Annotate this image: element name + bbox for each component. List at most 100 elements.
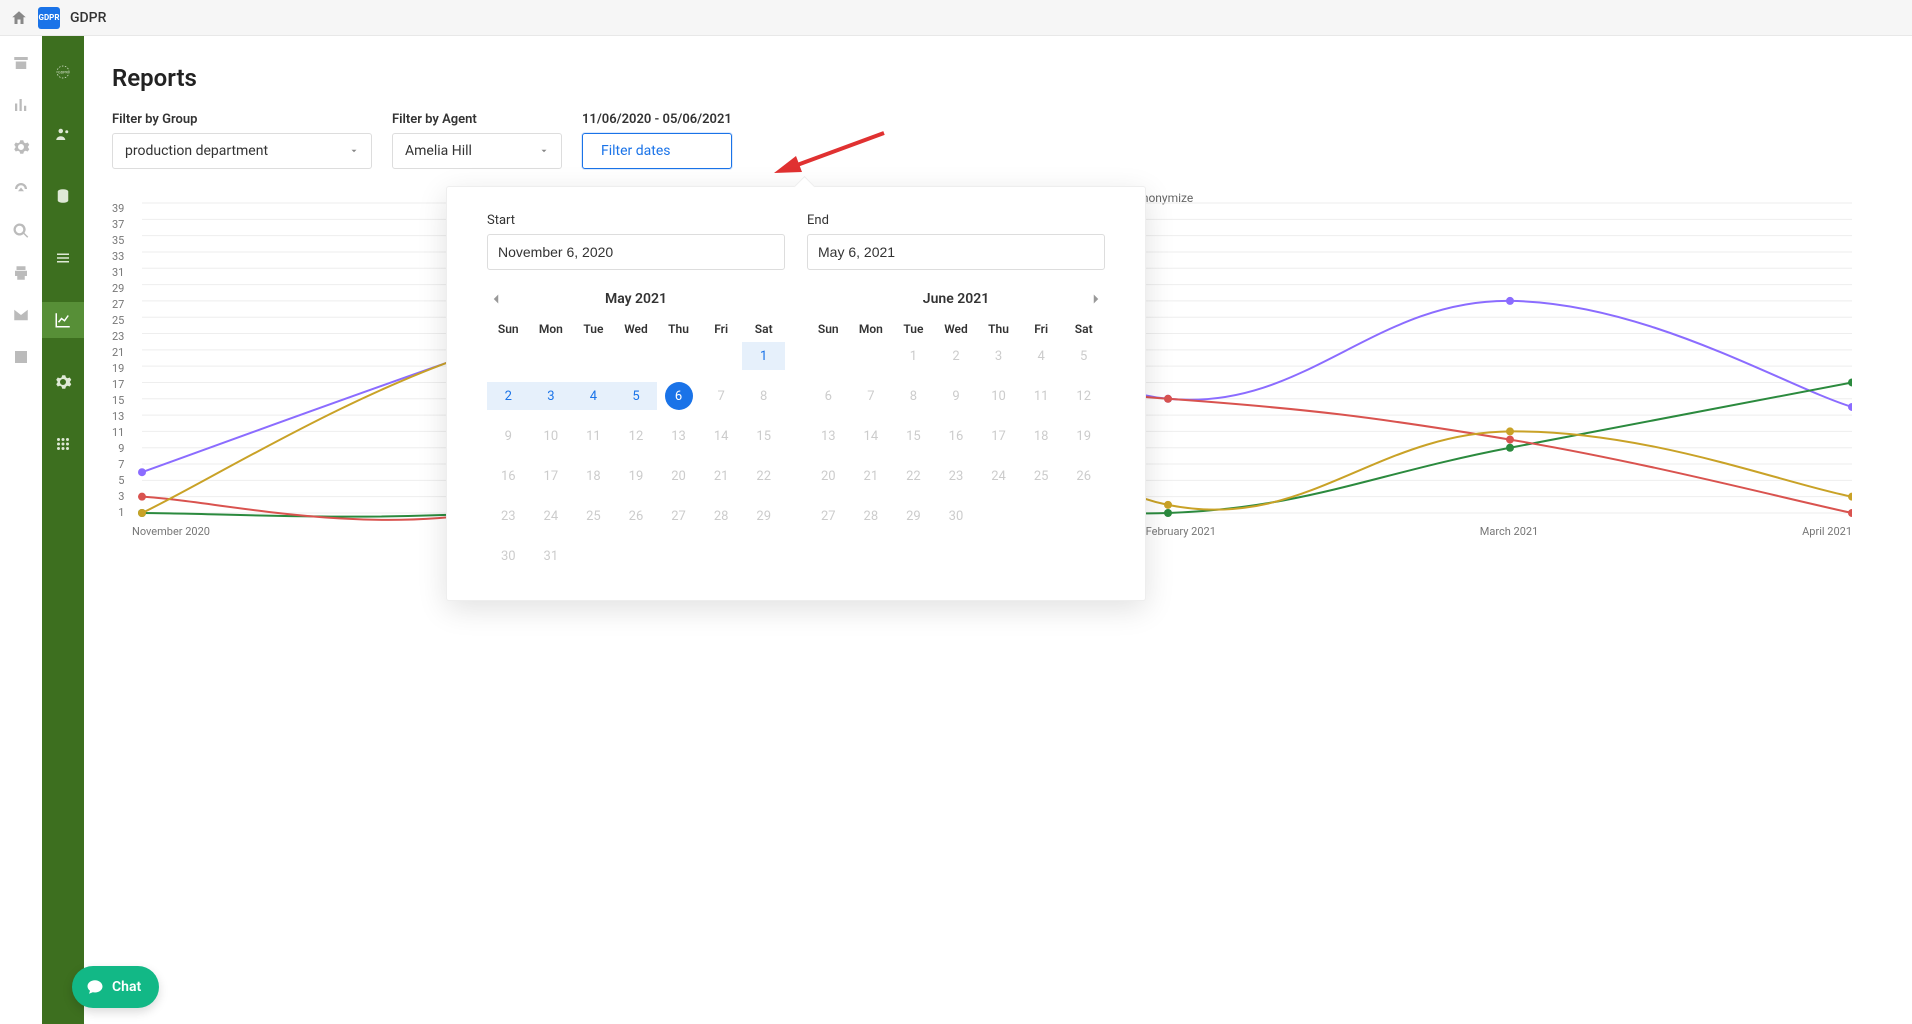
right-month-label: June 2021 — [923, 291, 989, 307]
gdpr-badge-icon: GDPR — [54, 63, 72, 81]
day-cell[interactable]: 20 — [807, 462, 850, 490]
day-cell[interactable]: 2 — [935, 342, 978, 370]
dow-cell: Tue — [572, 322, 615, 336]
day-cell[interactable]: 13 — [807, 422, 850, 450]
day-cell[interactable]: 9 — [935, 382, 978, 410]
nav-settings[interactable] — [42, 364, 84, 400]
day-cell[interactable]: 19 — [1062, 422, 1105, 450]
dp-end-input[interactable] — [807, 234, 1105, 270]
day-cell[interactable]: 26 — [615, 502, 658, 530]
day-cell[interactable]: 3 — [530, 382, 573, 410]
day-cell[interactable]: 27 — [657, 502, 700, 530]
dp-start-input[interactable] — [487, 234, 785, 270]
next-month-button[interactable] — [1087, 290, 1105, 308]
play-icon[interactable] — [12, 348, 30, 366]
day-cell[interactable]: 24 — [977, 462, 1020, 490]
nav-apps[interactable] — [42, 426, 84, 462]
day-cell[interactable]: 17 — [530, 462, 573, 490]
line-chart-icon — [54, 311, 72, 329]
day-cell[interactable]: 2 — [487, 382, 530, 410]
filter-dates-button[interactable]: Filter dates — [582, 133, 732, 169]
day-cell[interactable]: 27 — [807, 502, 850, 530]
group-filter-value: production department — [125, 143, 268, 159]
day-cell[interactable]: 7 — [700, 382, 743, 410]
day-cell[interactable]: 14 — [700, 422, 743, 450]
day-cell[interactable]: 21 — [700, 462, 743, 490]
agent-filter-select[interactable]: Amelia Hill — [392, 133, 562, 169]
day-cell[interactable]: 25 — [1020, 462, 1063, 490]
day-cell[interactable]: 11 — [1020, 382, 1063, 410]
day-cell[interactable]: 12 — [1062, 382, 1105, 410]
day-cell[interactable]: 6 — [665, 382, 693, 410]
day-cell — [530, 342, 573, 370]
day-cell[interactable]: 12 — [615, 422, 658, 450]
day-cell[interactable]: 8 — [892, 382, 935, 410]
day-cell[interactable]: 10 — [977, 382, 1020, 410]
archive-icon[interactable] — [12, 54, 30, 72]
day-cell[interactable]: 1 — [892, 342, 935, 370]
home-icon[interactable] — [10, 9, 28, 27]
date-picker-popover: Start May 2021 SunMonTueWedThuFriSat 123… — [446, 186, 1146, 601]
day-cell[interactable]: 4 — [1020, 342, 1063, 370]
day-cell[interactable]: 21 — [850, 462, 893, 490]
day-cell — [700, 342, 743, 370]
day-cell[interactable]: 29 — [742, 502, 785, 530]
day-cell[interactable]: 16 — [935, 422, 978, 450]
filter-bar: Filter by Group production department Fi… — [112, 112, 1884, 169]
day-cell[interactable]: 23 — [487, 502, 530, 530]
print-icon[interactable] — [12, 264, 30, 282]
day-cell[interactable]: 22 — [742, 462, 785, 490]
day-cell[interactable]: 15 — [892, 422, 935, 450]
day-cell[interactable]: 6 — [807, 382, 850, 410]
prev-month-button[interactable] — [487, 290, 505, 308]
day-cell[interactable]: 9 — [487, 422, 530, 450]
dow-cell: Tue — [892, 322, 935, 336]
day-cell[interactable]: 10 — [530, 422, 573, 450]
group-filter-select[interactable]: production department — [112, 133, 372, 169]
bar-chart-icon[interactable] — [12, 96, 30, 114]
day-cell[interactable]: 16 — [487, 462, 530, 490]
day-cell[interactable]: 4 — [572, 382, 615, 410]
search-icon[interactable] — [12, 222, 30, 240]
day-cell[interactable]: 20 — [657, 462, 700, 490]
day-cell[interactable]: 28 — [850, 502, 893, 530]
day-cell[interactable]: 28 — [700, 502, 743, 530]
day-cell[interactable]: 5 — [615, 382, 658, 410]
day-cell[interactable]: 3 — [977, 342, 1020, 370]
day-cell[interactable]: 18 — [572, 462, 615, 490]
day-cell[interactable]: 13 — [657, 422, 700, 450]
apps-grid-icon — [54, 435, 72, 453]
day-cell[interactable]: 18 — [1020, 422, 1063, 450]
day-cell[interactable]: 1 — [742, 342, 785, 370]
day-cell[interactable]: 11 — [572, 422, 615, 450]
day-cell[interactable]: 30 — [487, 542, 530, 570]
chat-fab[interactable]: Chat — [72, 966, 159, 1008]
nav-users[interactable] — [42, 116, 84, 152]
gear-icon[interactable] — [12, 138, 30, 156]
day-cell — [572, 342, 615, 370]
nav-reports[interactable] — [42, 302, 84, 338]
day-cell[interactable]: 30 — [935, 502, 978, 530]
day-cell[interactable]: 25 — [572, 502, 615, 530]
day-cell[interactable]: 23 — [935, 462, 978, 490]
day-cell[interactable]: 19 — [615, 462, 658, 490]
nav-database[interactable] — [42, 178, 84, 214]
day-cell[interactable]: 17 — [977, 422, 1020, 450]
nav-gdpr[interactable]: GDPR — [42, 54, 84, 90]
nav-list[interactable] — [42, 240, 84, 276]
day-cell[interactable]: 15 — [742, 422, 785, 450]
dp-days-right: 1234567891011121314151617181920212223242… — [807, 342, 1105, 530]
mail-icon[interactable] — [12, 306, 30, 324]
day-cell[interactable]: 24 — [530, 502, 573, 530]
day-cell[interactable]: 14 — [850, 422, 893, 450]
day-cell[interactable]: 26 — [1062, 462, 1105, 490]
day-cell[interactable]: 7 — [850, 382, 893, 410]
day-cell[interactable]: 8 — [742, 382, 785, 410]
day-cell[interactable]: 22 — [892, 462, 935, 490]
chat-label: Chat — [112, 979, 141, 995]
gauge-icon[interactable] — [12, 180, 30, 198]
day-cell[interactable]: 5 — [1062, 342, 1105, 370]
day-cell[interactable]: 31 — [530, 542, 573, 570]
day-cell[interactable]: 29 — [892, 502, 935, 530]
filter-dates-label: Filter dates — [601, 143, 671, 159]
